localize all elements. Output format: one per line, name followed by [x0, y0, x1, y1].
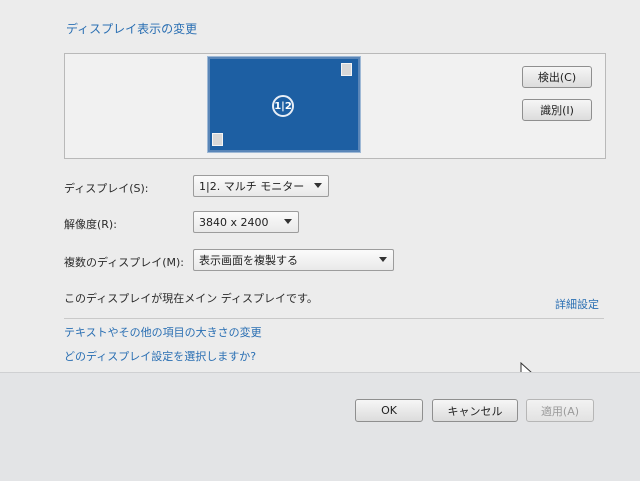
multiple-displays-label: 複数のディスプレイ(M): [64, 256, 185, 269]
display-label: ディスプレイ(S): [64, 182, 149, 195]
monitor-corner-icon [212, 133, 223, 146]
chevron-down-icon [314, 183, 322, 188]
settings-panel: ディスプレイ表示の変更 1|2 検出(C) 識別(I) ディスプレイ(S): 1… [0, 0, 640, 372]
page-title: ディスプレイ表示の変更 [66, 22, 198, 36]
apply-button[interactable]: 適用(A) [526, 399, 594, 422]
multiple-displays-select-value: 表示画面を複製する [199, 254, 298, 267]
resolution-label: 解像度(R): [64, 218, 117, 231]
main-display-status: このディスプレイが現在メイン ディスプレイです。 [64, 292, 318, 305]
which-settings-link[interactable]: どのディスプレイ設定を選択しますか? [64, 348, 256, 364]
text-size-link[interactable]: テキストやその他の項目の大きさの変更 [64, 324, 262, 340]
display-select[interactable]: 1|2. マルチ モニター [193, 175, 329, 197]
dialog-footer [0, 372, 640, 481]
chevron-down-icon [284, 219, 292, 224]
advanced-settings-link[interactable]: 詳細設定 [555, 296, 599, 312]
resolution-select[interactable]: 3840 x 2400 [193, 211, 299, 233]
ok-button[interactable]: OK [355, 399, 423, 422]
detect-button[interactable]: 検出(C) [522, 66, 592, 88]
resolution-select-value: 3840 x 2400 [199, 215, 269, 229]
multiple-displays-select[interactable]: 表示画面を複製する [193, 249, 394, 271]
monitor-corner-icon [341, 63, 352, 76]
monitor-thumbnail[interactable]: 1|2 [208, 57, 360, 152]
chevron-down-icon [379, 257, 387, 262]
monitor-number-label: 1|2 [272, 95, 294, 117]
identify-button[interactable]: 識別(I) [522, 99, 592, 121]
divider [64, 318, 604, 319]
cancel-button[interactable]: キャンセル [432, 399, 518, 422]
display-select-value: 1|2. マルチ モニター [199, 180, 305, 193]
